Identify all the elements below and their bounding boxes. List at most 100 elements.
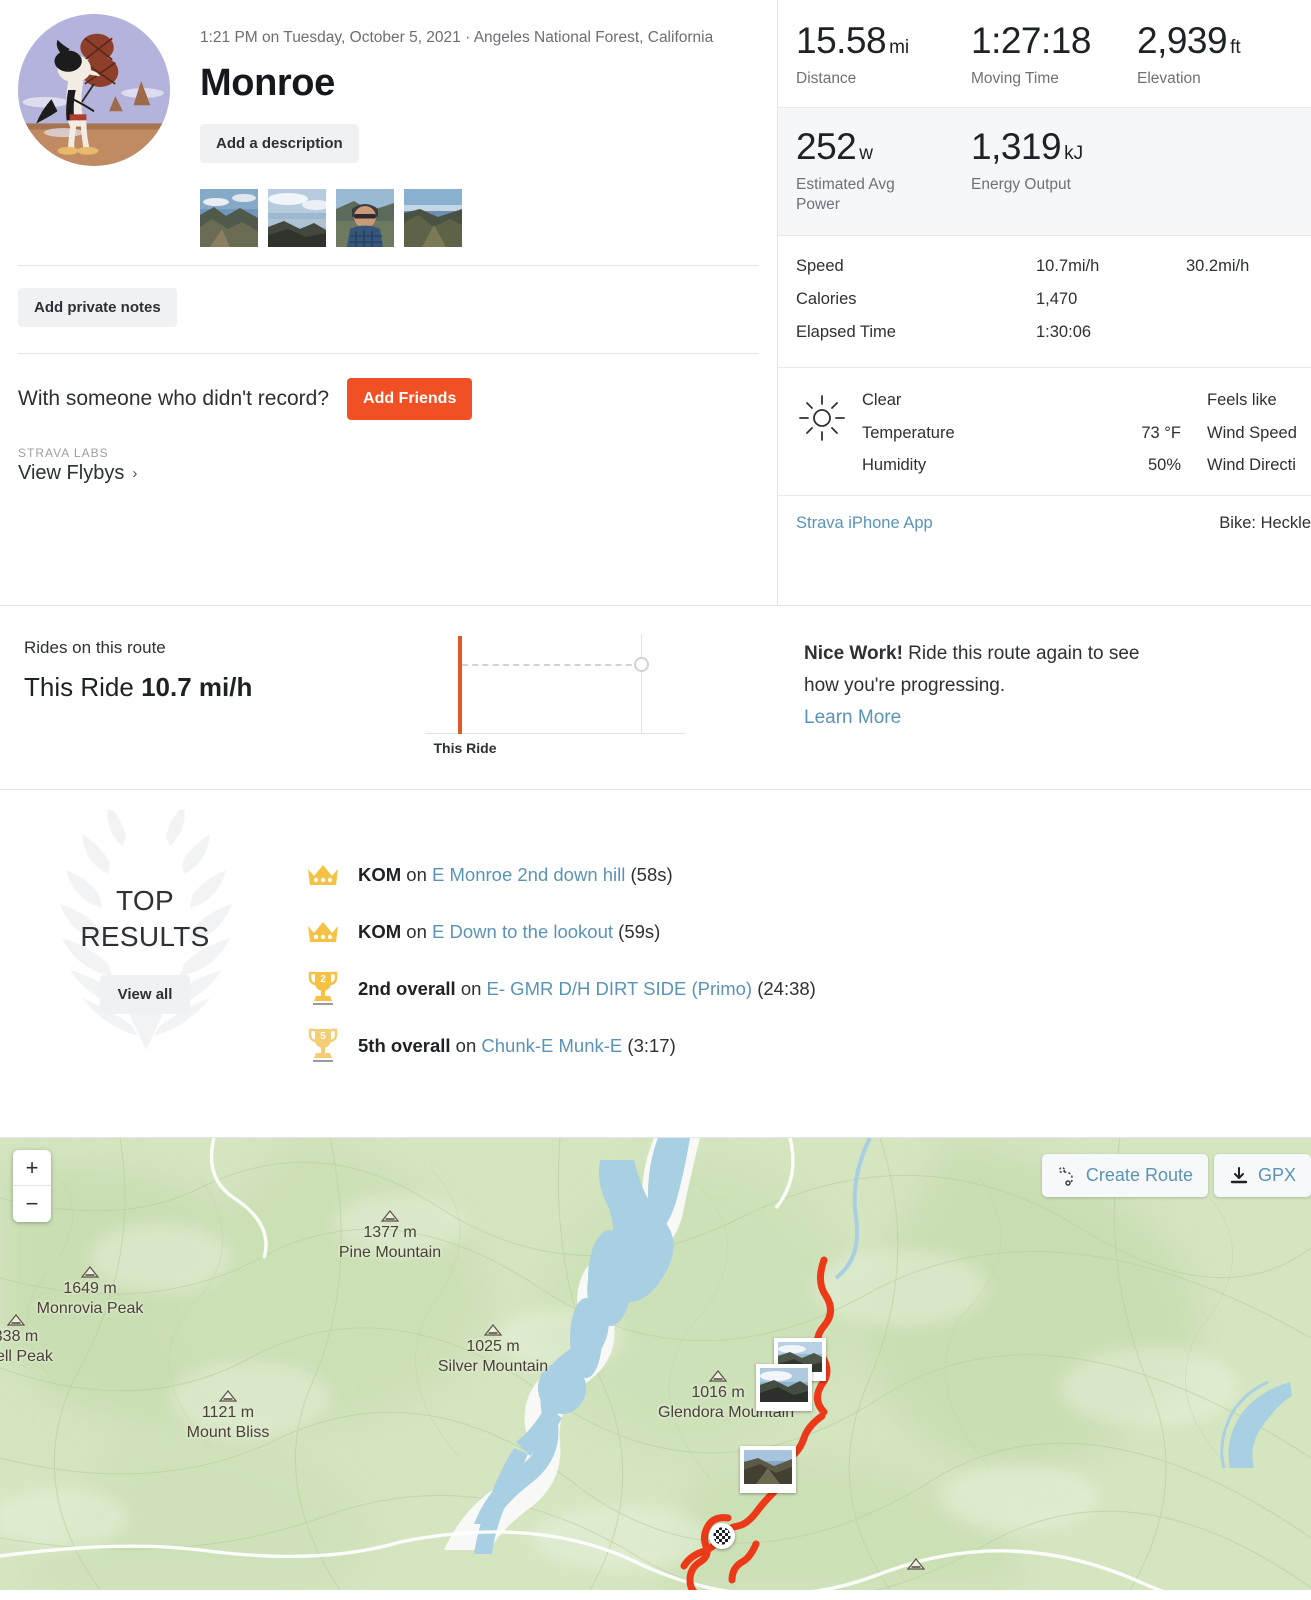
energy-output-label: Energy Output bbox=[971, 176, 1071, 194]
result-text: KOM on E Monroe 2nd down hill (58s) bbox=[358, 864, 673, 886]
nice-work-bold: Nice Work! bbox=[804, 643, 903, 664]
top-results-list: KOM on E Monroe 2nd down hill (58s) KOM … bbox=[290, 790, 1311, 1137]
crown-icon bbox=[306, 862, 358, 888]
result-on: on bbox=[450, 1034, 482, 1056]
chart-axis bbox=[425, 733, 685, 734]
segment-link[interactable]: E Monroe 2nd down hill bbox=[432, 864, 625, 885]
peak-name: shell Peak bbox=[0, 1347, 53, 1365]
calories-label: Calories bbox=[796, 290, 857, 309]
distance-label: Distance bbox=[796, 70, 857, 87]
this-ride-prefix: This Ride bbox=[24, 672, 134, 702]
condition-label: Clear bbox=[862, 391, 902, 410]
peak-elevation: 1377 m bbox=[363, 1224, 417, 1241]
chevron-right-icon: › bbox=[132, 464, 138, 482]
download-icon bbox=[1230, 1166, 1248, 1183]
result-rank: KOM bbox=[358, 863, 402, 885]
mountain-peak-icon bbox=[81, 1266, 99, 1278]
humidity-label: Humidity bbox=[862, 455, 927, 474]
result-time: (3:17) bbox=[627, 1034, 676, 1056]
speed-label: Speed bbox=[796, 257, 844, 276]
result-on: on bbox=[455, 977, 487, 999]
zoom-out-button[interactable]: − bbox=[13, 1186, 51, 1222]
labs-kicker: STRAVA LABS bbox=[18, 445, 109, 460]
table-row: Elapsed Time 1:30:06 bbox=[796, 316, 1311, 349]
map-photo-pin-3[interactable] bbox=[740, 1446, 796, 1493]
gpx-label: GPX bbox=[1257, 1165, 1296, 1185]
map-photo-pin-2[interactable] bbox=[756, 1364, 812, 1411]
add-friends-button[interactable]: Add Friends bbox=[347, 377, 473, 420]
peak-label-silver-mountain: 1025 m Silver Mountain bbox=[428, 1324, 558, 1376]
source-row: Strava iPhone App Bike: Heckle bbox=[778, 496, 1311, 533]
route-progress-band: Rides on this route This Ride 10.7 mi/h … bbox=[0, 605, 1311, 790]
add-description-button[interactable]: Add a description bbox=[200, 123, 359, 163]
peak-label-shell-peak: 338 m shell Peak bbox=[0, 1314, 76, 1366]
map-terrain bbox=[0, 1138, 1311, 1590]
activity-photo-2[interactable] bbox=[268, 188, 326, 247]
activity-photo-4[interactable] bbox=[404, 188, 462, 247]
temperature-value: 73 °F bbox=[1141, 423, 1181, 442]
chart-bar-this-ride bbox=[458, 636, 462, 734]
calories-value: 1,470 bbox=[1036, 290, 1078, 309]
wind-direction-label: Wind Directi bbox=[1207, 455, 1296, 474]
segment-link[interactable]: Chunk-E Munk-E bbox=[481, 1035, 622, 1056]
view-flybys-link[interactable]: View Flybys › bbox=[18, 462, 759, 485]
strava-app-link[interactable]: Strava iPhone App bbox=[796, 514, 933, 533]
activity-photo-3[interactable] bbox=[336, 188, 394, 247]
primary-stats: 15.58 mi Distance 1:27:18 Moving Time 2,9… bbox=[778, 0, 1311, 109]
mountain-peak-icon bbox=[7, 1314, 25, 1326]
weather-row-temperature: Temperature 73 °F bbox=[862, 417, 1207, 449]
result-on: on bbox=[401, 863, 433, 885]
activity-meta: 1:21 PM on Tuesday, October 5, 2021 · An… bbox=[200, 29, 714, 46]
strava-labs-block: STRAVA LABS View Flybys › bbox=[0, 420, 777, 485]
moving-time-label: Moving Time bbox=[971, 70, 1059, 87]
trophy-2-icon: 2 bbox=[306, 969, 358, 1009]
elapsed-time-value: 1:30:06 bbox=[1036, 323, 1092, 342]
weather-block: Clear Temperature 73 °F Humidity 50% Fee… bbox=[778, 367, 1311, 496]
route-chart-panel: Rides on this route This Ride 10.7 mi/h … bbox=[0, 606, 778, 789]
friends-question: With someone who didn't record? bbox=[18, 386, 330, 410]
distance-value: 15.58 bbox=[796, 20, 887, 61]
result-text: 2nd overall on E- GMR D/H DIRT SIDE (Pri… bbox=[358, 978, 816, 1000]
list-item[interactable]: KOM on E Down to the lookout (59s) bbox=[306, 903, 1311, 960]
temperature-label: Temperature bbox=[862, 423, 955, 442]
activity-page: 1:21 PM on Tuesday, October 5, 2021 · An… bbox=[0, 0, 1311, 1600]
photo-strip bbox=[200, 188, 777, 247]
secondary-stats: 252 w Estimated Avg Power 1,319 kJ Energy … bbox=[778, 108, 1311, 237]
map-zoom-controls[interactable]: + − bbox=[13, 1150, 51, 1222]
checkered-flag-icon bbox=[709, 1523, 735, 1549]
list-item[interactable]: 5 5th overall on Chunk-E Munk-E (3:17) bbox=[306, 1017, 1311, 1074]
create-route-button[interactable]: Create Route bbox=[1041, 1154, 1208, 1197]
learn-more-link[interactable]: Learn More bbox=[804, 702, 1144, 734]
zoom-in-button[interactable]: + bbox=[13, 1150, 51, 1186]
activity-details-column: 1:21 PM on Tuesday, October 5, 2021 · An… bbox=[0, 0, 778, 605]
table-row: Speed 10.7mi/h 30.2mi/h bbox=[796, 250, 1311, 283]
this-ride-value: 10.7 mi/h bbox=[141, 672, 253, 702]
avatar[interactable] bbox=[18, 14, 170, 166]
weather-row-condition: Clear bbox=[862, 384, 1207, 416]
route-map[interactable]: + − Create Route GPX 1377 m Pine Mountai… bbox=[0, 1138, 1311, 1590]
top-results-badge-inner: TOP RESULTS View all bbox=[80, 883, 209, 1044]
segment-link[interactable]: E Down to the lookout bbox=[432, 921, 613, 942]
result-on: on bbox=[401, 920, 433, 942]
peak-elevation: 1649 m bbox=[63, 1280, 117, 1297]
chart-placeholder-marker bbox=[634, 657, 649, 672]
activity-photo-1[interactable] bbox=[200, 188, 258, 247]
view-all-button[interactable]: View all bbox=[99, 974, 191, 1014]
add-private-notes-button[interactable]: Add private notes bbox=[18, 287, 177, 327]
peak-label-bottom bbox=[876, 1558, 956, 1571]
peak-elevation: 338 m bbox=[0, 1328, 39, 1345]
finish-marker[interactable] bbox=[709, 1523, 735, 1549]
nice-work-message: Nice Work! Ride this route again to see … bbox=[804, 638, 1144, 734]
gpx-download-button[interactable]: GPX bbox=[1213, 1154, 1311, 1197]
top-section: 1:21 PM on Tuesday, October 5, 2021 · An… bbox=[0, 0, 1311, 605]
result-time: (58s) bbox=[630, 863, 673, 885]
top-results-title-line2: RESULTS bbox=[80, 921, 210, 952]
list-item[interactable]: KOM on E Monroe 2nd down hill (58s) bbox=[306, 846, 1311, 903]
segment-link[interactable]: E- GMR D/H DIRT SIDE (Primo) bbox=[487, 978, 753, 999]
svg-text:2: 2 bbox=[320, 974, 326, 985]
activity-stats-column: 15.58 mi Distance 1:27:18 Moving Time 2,9… bbox=[778, 0, 1311, 605]
mountain-peak-icon bbox=[907, 1558, 925, 1570]
peak-name: Mount Bliss bbox=[186, 1423, 270, 1441]
stat-energy-output: 1,319 kJ Energy Output bbox=[971, 128, 1137, 215]
list-item[interactable]: 2 2nd overall on E- GMR D/H DIRT SIDE (P… bbox=[306, 960, 1311, 1017]
